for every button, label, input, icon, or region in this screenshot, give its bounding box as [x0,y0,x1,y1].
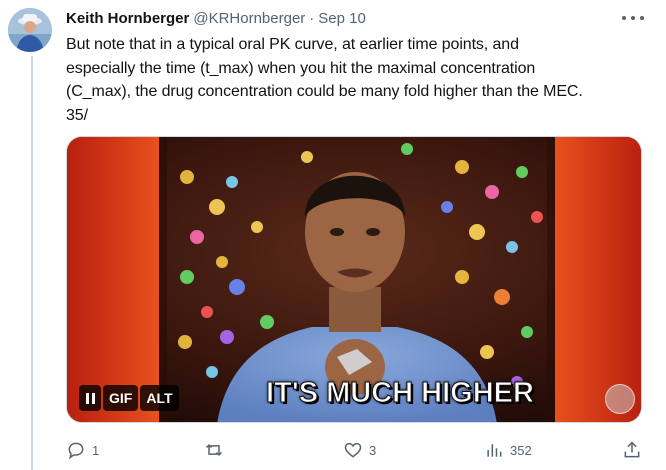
thread-connector-line [31,56,33,470]
heart-icon [344,442,362,458]
reply-count: 1 [92,442,100,458]
tweet-actions: 1 3 352 [66,438,646,462]
tweet-text: But note that in a typical oral PK curve… [66,33,651,127]
header-separator: · [309,10,315,27]
gif-media[interactable]: IT'S MUCH HIGHER [66,136,642,423]
more-horizontal-icon[interactable] [622,10,644,26]
gif-caption-text: IT'S MUCH HIGHER [266,377,535,410]
reply-icon [68,442,84,460]
tweet[interactable]: Keith Hornberger @KRHornberger · Sep 10 … [0,0,666,470]
gif-badge: GIF [103,385,139,411]
pause-button[interactable] [79,385,101,411]
tweet-text-line: 35/ [66,106,88,124]
like-count: 3 [369,442,377,458]
pause-icon [85,392,95,404]
author-name[interactable]: Keith Hornberger [66,9,189,29]
views-count: 352 [510,442,532,458]
tweet-text-line: But note that in a typical oral PK curve… [66,36,519,53]
views-bar-chart-icon [487,444,502,457]
share-button[interactable] [622,438,642,462]
tweet-text-line: (C_max), the drug concentration could be… [66,83,583,100]
alt-text-button[interactable]: ALT [140,385,179,411]
author-handle[interactable]: @KRHornberger [193,9,305,29]
tweet-header: Keith Hornberger @KRHornberger · Sep 10 [66,9,366,29]
tweet-date[interactable]: Sep 10 [318,9,366,29]
repost-button[interactable] [204,438,230,462]
avatar[interactable] [8,8,52,52]
gif-badges: GIF ALT [79,384,179,412]
repost-icon [205,443,223,457]
views-button[interactable]: 352 [484,438,532,462]
reply-button[interactable]: 1 [66,438,99,462]
tweet-text-line: especially the time (t_max) when you hit… [66,59,536,77]
share-icon [624,441,640,458]
like-button[interactable]: 3 [343,438,376,462]
gif-source-watermark [605,384,635,414]
